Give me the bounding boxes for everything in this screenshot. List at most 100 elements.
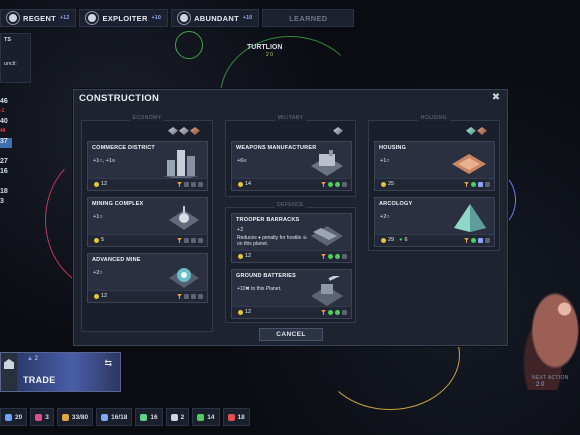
card-footer: 12 xyxy=(232,250,351,262)
resource-icon xyxy=(61,413,69,421)
card-yield: +1○ xyxy=(380,158,390,164)
building-card-ground-batteries[interactable]: GROUND BATTERIES +10✖ to this Planet. 12 xyxy=(231,269,352,319)
resource-item[interactable]: 14 xyxy=(192,408,220,426)
top-item-abundant[interactable]: ABUNDANT +10 xyxy=(171,9,260,27)
slot-icon xyxy=(184,182,189,187)
left-stat xyxy=(0,148,12,158)
resource-value: 16 xyxy=(150,413,158,421)
credits-icon xyxy=(238,181,243,187)
building-card-housing[interactable]: HOUSING +1○ 25 xyxy=(374,141,495,191)
card-cost: 12 xyxy=(94,181,107,187)
resource-item[interactable]: 18 xyxy=(222,408,250,426)
population-icon xyxy=(478,238,483,243)
slot-icon xyxy=(342,182,347,187)
food-icon: ● xyxy=(399,237,403,243)
resource-value: 18 xyxy=(237,413,245,421)
cost-secondary-value: 6 xyxy=(404,237,408,243)
card-yield: +2○ xyxy=(380,214,390,220)
weapons-manufacturer-icon xyxy=(311,150,343,176)
slot-available-icon xyxy=(328,310,333,315)
credits-icon xyxy=(94,181,99,187)
commerce-district-icon xyxy=(163,150,199,180)
credits-icon xyxy=(94,293,99,299)
building-tile-icon xyxy=(179,127,189,135)
building-tile-icon xyxy=(466,127,476,135)
close-icon[interactable]: ✖ xyxy=(490,92,502,104)
card-footer: 12 xyxy=(88,178,207,190)
resource-value: 20 xyxy=(15,413,23,421)
hammer-icon xyxy=(464,238,469,243)
resource-icon xyxy=(227,413,235,421)
credits-icon xyxy=(94,237,99,243)
hammer-icon xyxy=(464,182,469,187)
building-card-trooper-barracks[interactable]: TROOPER BARRACKS +2 Reduces ♦ penalty fo… xyxy=(231,213,352,263)
trade-count: 2 xyxy=(34,356,38,362)
card-yield: +2 xyxy=(237,227,244,233)
resource-value: 3 xyxy=(45,413,49,421)
economy-building-icons xyxy=(168,127,200,135)
orbit-ring xyxy=(175,31,203,59)
building-card-arcology[interactable]: ARCOLOGY +2○ 29 ● 6 xyxy=(374,197,495,247)
credits-icon xyxy=(238,309,243,315)
left-info-panel[interactable]: TS uncil: xyxy=(0,33,31,83)
resource-bar: 20 3 33/80 16/18 16 2 14 18 xyxy=(0,408,250,426)
card-cost: 29 ● 6 xyxy=(381,237,408,243)
top-item-learned[interactable]: LEARNED xyxy=(262,9,355,27)
slot-icon xyxy=(191,182,196,187)
card-footer: 5 xyxy=(88,234,207,246)
resource-value: 33/80 xyxy=(71,413,89,421)
cost-value: 5 xyxy=(101,237,105,243)
card-cost: 14 xyxy=(238,181,251,187)
card-title: ADVANCED MINE xyxy=(92,257,141,263)
arcology-icon xyxy=(454,204,486,232)
trade-card[interactable]: ▲ 2 ⇆ TRADE xyxy=(0,352,121,392)
slot-available-icon xyxy=(335,182,340,187)
next-action-label[interactable]: NEXT ACTION xyxy=(532,375,569,381)
faction-seal-icon xyxy=(178,12,191,24)
building-card-advanced-mine[interactable]: ADVANCED MINE +2○ 12 xyxy=(87,253,208,303)
trade-count-row: ▲ 2 xyxy=(27,356,38,362)
resource-item[interactable]: 20 xyxy=(0,408,28,426)
cost-value: 12 xyxy=(101,181,108,187)
resource-item[interactable]: 16/18 xyxy=(96,408,133,426)
planet-label[interactable]: TURTLION xyxy=(247,44,282,51)
resource-item[interactable]: 33/80 xyxy=(56,408,94,426)
trade-label: TRADE xyxy=(23,375,56,385)
top-item-exploiter[interactable]: EXPLOITER +10 xyxy=(79,9,169,27)
card-title: COMMERCE DISTRICT xyxy=(92,145,155,151)
left-stat: 46 xyxy=(0,98,8,105)
hammer-icon xyxy=(177,182,182,187)
cost-value: 12 xyxy=(101,293,108,299)
left-stat: 18 xyxy=(0,188,8,195)
credits-icon xyxy=(381,237,386,243)
building-card-weapons-manufacturer[interactable]: WEAPONS MANUFACTURER +6≡ 14 xyxy=(231,141,352,191)
resource-item[interactable]: 3 xyxy=(30,408,54,426)
building-tile-icon xyxy=(168,127,178,135)
top-item-regent[interactable]: REGENT +12 xyxy=(0,9,77,27)
housing-building-icons xyxy=(466,127,487,135)
slot-icon xyxy=(485,182,490,187)
left-stat xyxy=(0,178,12,188)
building-card-commerce-district[interactable]: COMMERCE DISTRICT +1○, +1≡ 12 xyxy=(87,141,208,191)
slot-available-icon xyxy=(328,182,333,187)
card-requirements xyxy=(177,294,203,299)
resource-icon xyxy=(170,413,178,421)
slot-icon xyxy=(191,294,196,299)
slot-icon xyxy=(342,310,347,315)
advanced-mine-icon xyxy=(169,268,199,288)
swap-icon[interactable]: ⇆ xyxy=(104,358,112,369)
hammer-icon xyxy=(177,294,182,299)
resource-icon xyxy=(197,413,205,421)
cost-value: 14 xyxy=(245,181,252,187)
card-title: TROOPER BARRACKS xyxy=(236,217,300,223)
resource-value: 16/18 xyxy=(111,413,128,421)
resource-item[interactable]: 16 xyxy=(135,408,163,426)
resource-item[interactable]: 2 xyxy=(165,408,190,426)
alien-creature-illustration xyxy=(518,282,580,390)
left-stat: 44 xyxy=(0,128,6,134)
military-column: MILITARY WEAPONS MANUFACTURER +6≡ 14 xyxy=(225,115,356,197)
trooper-barracks-icon xyxy=(311,226,343,246)
building-card-mining-complex[interactable]: MINING COMPLEX +1○ 5 xyxy=(87,197,208,247)
cancel-button[interactable]: CANCEL xyxy=(259,328,323,341)
card-yield: +1○ xyxy=(93,214,103,220)
